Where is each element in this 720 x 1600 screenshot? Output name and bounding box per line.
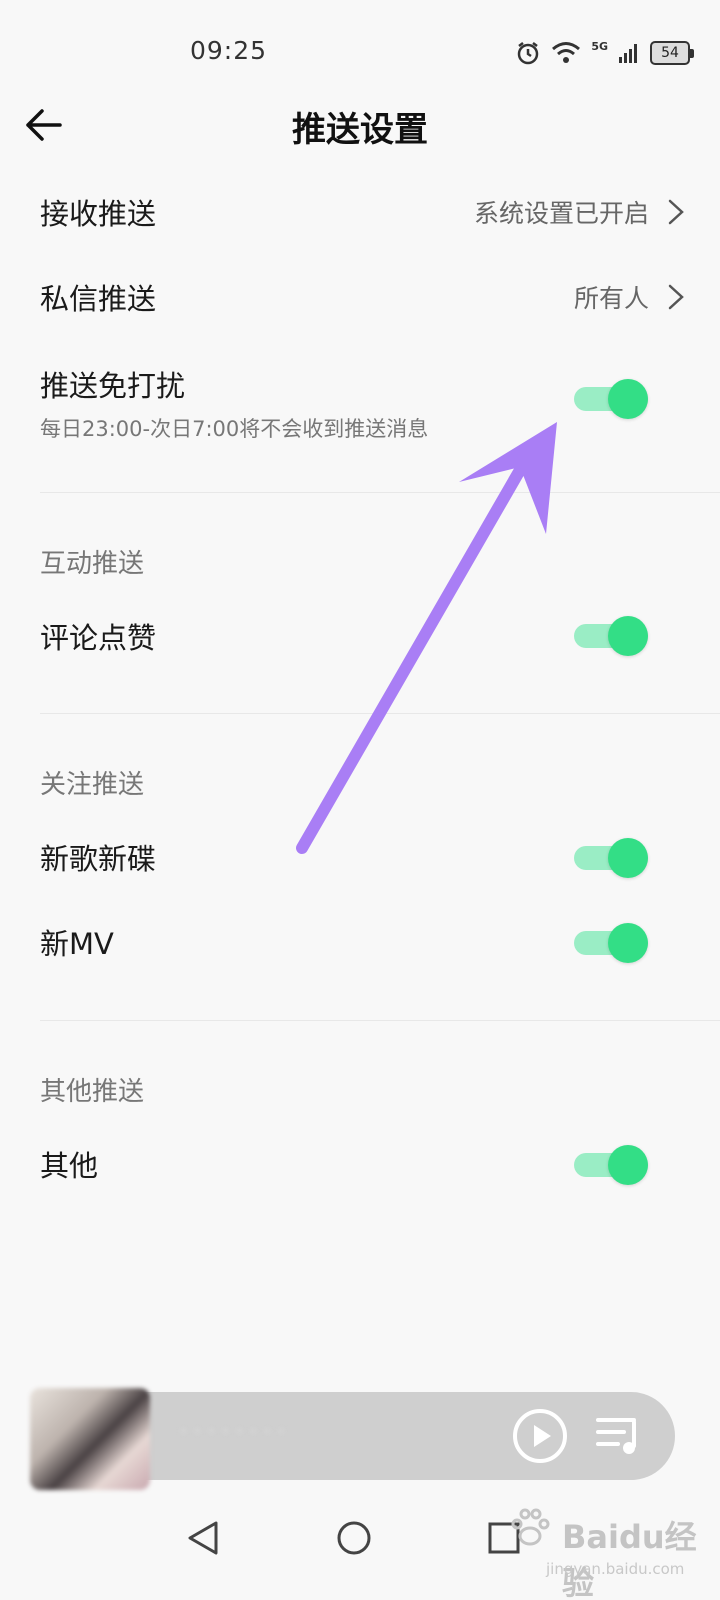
toggle-knob <box>608 616 648 656</box>
battery-icon: 54 <box>650 41 694 65</box>
watermark-text: Baidu经验 <box>562 1518 697 1600</box>
section-header-interaction: 互动推送 <box>40 549 145 579</box>
nav-back-button[interactable] <box>176 1510 232 1566</box>
page-title: 推送设置 <box>292 110 428 150</box>
mini-player-song: · · · · · · · · <box>180 1420 285 1445</box>
network-type: 5G <box>591 40 608 53</box>
home-circle-icon <box>337 1521 371 1555</box>
dnd-label: 推送免打扰 <box>40 369 186 403</box>
play-button[interactable] <box>512 1408 568 1464</box>
dnd-toggle[interactable] <box>574 379 648 419</box>
chevron-right-icon <box>668 284 684 310</box>
toggle-knob <box>608 379 648 419</box>
mini-player[interactable]: · · · · · · · · <box>30 1388 675 1490</box>
divider <box>40 713 720 714</box>
message-push-label: 私信推送 <box>40 282 157 316</box>
chevron-right-icon <box>668 199 684 225</box>
receive-push-right: 系统设置已开启 <box>474 194 685 230</box>
status-time: 09:25 <box>190 36 268 65</box>
message-push-row[interactable]: 私信推送 所有人 <box>40 262 685 332</box>
status-icons: 5G 54 <box>515 38 694 68</box>
wifi-icon <box>552 42 581 63</box>
playlist-icon <box>596 1418 636 1454</box>
comment-like-label: 评论点赞 <box>40 621 157 655</box>
other-label: 其他 <box>40 1149 99 1183</box>
watermark: Baidu经验 jingyan.baidu.com <box>506 1490 706 1600</box>
nav-home-button[interactable] <box>326 1510 382 1566</box>
section-header-follow: 关注推送 <box>40 770 145 800</box>
watermark-url: jingyan.baidu.com <box>546 1560 685 1578</box>
top-bar: 推送设置 <box>0 90 720 160</box>
alarm-icon <box>518 42 539 65</box>
receive-push-label: 接收推送 <box>40 197 157 231</box>
dnd-row: 推送免打扰 每日23:00-次日7:00将不会收到推送消息 <box>40 363 600 443</box>
new-songs-label: 新歌新碟 <box>40 842 157 876</box>
playlist-button[interactable] <box>594 1412 644 1458</box>
status-bar: 09:25 5G 54 <box>0 0 720 100</box>
signal-icon <box>619 44 637 63</box>
play-icon <box>513 1409 567 1463</box>
receive-push-row[interactable]: 接收推送 系统设置已开启 <box>40 177 685 247</box>
divider <box>40 492 720 493</box>
divider <box>40 1020 720 1021</box>
toggle-knob <box>608 838 648 878</box>
receive-push-value: 系统设置已开启 <box>473 199 649 228</box>
message-push-value: 所有人 <box>573 284 649 313</box>
toggle-knob <box>608 1145 648 1185</box>
toggle-knob <box>608 923 648 963</box>
album-cover[interactable] <box>30 1388 150 1490</box>
other-toggle[interactable] <box>574 1145 648 1185</box>
back-triangle-icon <box>188 1521 218 1555</box>
message-push-right: 所有人 <box>574 279 685 315</box>
comment-like-toggle[interactable] <box>574 616 648 656</box>
new-mv-label: 新MV <box>40 927 114 961</box>
new-mv-toggle[interactable] <box>574 923 648 963</box>
paw-icon <box>511 1508 550 1546</box>
dnd-sublabel: 每日23:00-次日7:00将不会收到推送消息 <box>40 417 429 441</box>
section-header-other: 其他推送 <box>40 1077 145 1107</box>
new-songs-toggle[interactable] <box>574 838 648 878</box>
